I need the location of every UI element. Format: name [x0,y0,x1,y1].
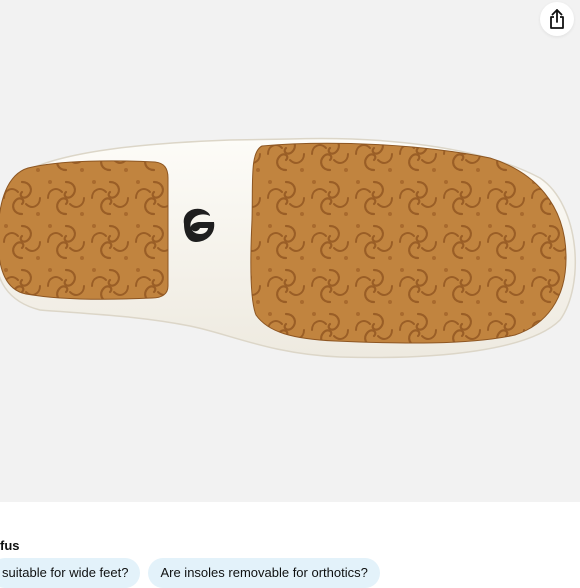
suggested-questions: suitable for wide feet? Are insoles remo… [0,558,380,588]
rufus-section: fus suitable for wide feet? Are insoles … [0,502,580,588]
question-chip-insoles[interactable]: Are insoles removable for orthotics? [148,558,380,588]
question-chip-wide-feet[interactable]: suitable for wide feet? [0,558,141,588]
heel-tread [0,160,169,300]
forefoot-tread [250,142,567,344]
share-icon [550,9,564,29]
product-image[interactable] [0,0,580,502]
share-button[interactable] [540,2,574,36]
shoe-sole-image [0,137,576,359]
rufus-label: fus [0,538,20,553]
